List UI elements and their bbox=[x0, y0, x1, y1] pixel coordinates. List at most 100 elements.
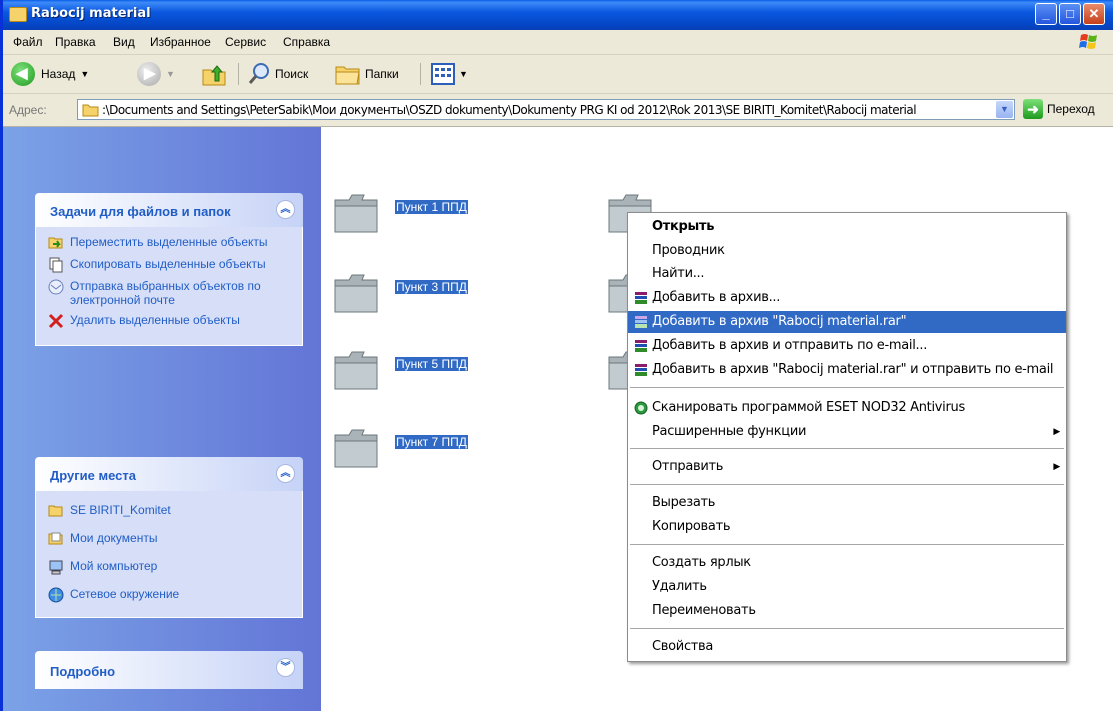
menu-create-shortcut[interactable]: Создать ярлык bbox=[628, 552, 1066, 574]
back-label: Назад bbox=[41, 67, 76, 81]
task-pane: Задачи для файлов и папок ︽ Переместить … bbox=[3, 127, 321, 711]
menu-properties[interactable]: Свойства bbox=[628, 636, 1066, 658]
task-delete-label: Удалить выделенные объекты bbox=[70, 313, 240, 327]
menu-find[interactable]: Найти... bbox=[628, 263, 1066, 285]
menu-separator bbox=[630, 448, 1064, 449]
explorer-window: Rabocij material _ □ ✕ Файл Правка Вид И… bbox=[0, 0, 1113, 711]
menu-tools[interactable]: Сервис bbox=[225, 35, 266, 49]
winrar-icon bbox=[635, 316, 647, 328]
folder-item[interactable]: Пункт 1 ППД bbox=[333, 192, 468, 234]
menu-separator bbox=[630, 628, 1064, 629]
move-icon bbox=[48, 237, 63, 249]
folder-item[interactable]: Пункт 3 ППД bbox=[333, 272, 468, 314]
place-label: Мои документы bbox=[70, 531, 158, 545]
task-email[interactable]: Отправка выбранных объектов по электронн… bbox=[48, 279, 292, 307]
folders-icon bbox=[335, 66, 360, 85]
menu-cut[interactable]: Вырезать bbox=[628, 492, 1066, 514]
folder-item[interactable]: Пункт 5 ППД bbox=[333, 349, 468, 391]
address-bar: Адрес: :\Documents and Settings\PeterSab… bbox=[3, 94, 1113, 127]
email-icon bbox=[48, 279, 64, 295]
folder-icon bbox=[334, 194, 378, 233]
views-dropdown-icon[interactable]: ▼ bbox=[459, 69, 468, 79]
folder-item[interactable]: Пункт 7 ППД bbox=[333, 427, 468, 469]
menu-copy[interactable]: Копировать bbox=[628, 516, 1066, 538]
winrar-icon bbox=[635, 364, 647, 376]
go-arrow-icon: ➜ bbox=[1023, 99, 1043, 119]
collapse-icon[interactable]: ︽ bbox=[276, 464, 295, 483]
menu-favorites[interactable]: Избранное bbox=[150, 35, 211, 49]
tasks-panel: Задачи для файлов и папок ︽ Переместить … bbox=[35, 193, 303, 346]
menu-add-archive-label: Добавить в архив... bbox=[652, 290, 781, 305]
back-button[interactable]: ◀ Назад ▼ bbox=[11, 61, 89, 87]
up-folder-icon bbox=[202, 65, 226, 86]
tasks-panel-header[interactable]: Задачи для файлов и папок ︽ bbox=[35, 193, 303, 227]
go-button[interactable]: ➜ Переход bbox=[1023, 99, 1095, 119]
task-move-label: Переместить выделенные объекты bbox=[70, 235, 268, 249]
menu-add-rar[interactable]: Добавить в архив "Rabocij material.rar" bbox=[628, 311, 1066, 333]
place-se-biriti[interactable]: SE BIRITI_Komitet bbox=[48, 503, 292, 519]
winrar-icon bbox=[635, 340, 647, 352]
menu-bar: Файл Правка Вид Избранное Сервис Справка bbox=[3, 30, 1113, 55]
place-label: Мой компьютер bbox=[70, 559, 158, 573]
folder-icon bbox=[334, 351, 378, 390]
winrar-icon bbox=[635, 292, 647, 304]
menu-edit[interactable]: Правка bbox=[55, 35, 96, 49]
menu-rename[interactable]: Переименовать bbox=[628, 600, 1066, 622]
address-input[interactable]: :\Documents and Settings\PeterSabik\Мои … bbox=[77, 99, 1015, 120]
place-label: SE BIRITI_Komitet bbox=[70, 503, 171, 517]
back-dropdown-icon[interactable]: ▼ bbox=[80, 69, 89, 79]
copy-icon bbox=[49, 257, 63, 273]
details-panel: Подробно ︾ bbox=[35, 651, 303, 689]
address-path: :\Documents and Settings\PeterSabik\Мои … bbox=[102, 103, 917, 117]
views-icon bbox=[431, 63, 455, 85]
menu-add-email[interactable]: Добавить в архив и отправить по e-mail..… bbox=[628, 335, 1066, 357]
search-label: Поиск bbox=[275, 67, 309, 81]
back-arrow-icon: ◀ bbox=[11, 62, 35, 86]
menu-delete[interactable]: Удалить bbox=[628, 576, 1066, 598]
menu-help[interactable]: Справка bbox=[283, 35, 330, 49]
search-button[interactable]: Поиск bbox=[247, 61, 308, 87]
search-icon bbox=[248, 63, 269, 84]
menu-advanced-label: Расширенные функции bbox=[652, 424, 807, 439]
menu-scan-eset[interactable]: Сканировать программой ESET NOD32 Antivi… bbox=[628, 397, 1066, 419]
up-folder-button[interactable] bbox=[201, 61, 227, 87]
close-button[interactable]: ✕ bbox=[1083, 3, 1105, 25]
place-my-computer[interactable]: Мой компьютер bbox=[48, 559, 292, 575]
menu-open[interactable]: Открыть bbox=[628, 216, 1066, 238]
menu-scan-label: Сканировать программой ESET NOD32 Antivi… bbox=[652, 400, 965, 415]
place-my-documents[interactable]: Мои документы bbox=[48, 531, 292, 547]
expand-icon[interactable]: ︾ bbox=[276, 658, 295, 677]
submenu-arrow-icon: ▶ bbox=[1053, 427, 1060, 437]
menu-view[interactable]: Вид bbox=[113, 35, 135, 49]
eset-icon bbox=[634, 401, 648, 415]
folder-icon bbox=[48, 505, 63, 517]
menu-file[interactable]: Файл bbox=[13, 35, 43, 49]
menu-explorer[interactable]: Проводник bbox=[628, 240, 1066, 262]
collapse-icon[interactable]: ︽ bbox=[276, 200, 295, 219]
menu-add-archive[interactable]: Добавить в архив... bbox=[628, 287, 1066, 309]
folders-button[interactable]: Папки bbox=[335, 61, 399, 87]
folders-label: Папки bbox=[365, 67, 399, 81]
folder-icon bbox=[334, 274, 378, 313]
forward-button[interactable]: ▶ ▼ bbox=[137, 61, 175, 87]
views-button[interactable]: ▼ bbox=[431, 61, 468, 87]
menu-advanced[interactable]: Расширенные функции ▶ bbox=[628, 421, 1066, 443]
places-panel-header[interactable]: Другие места ︽ bbox=[35, 457, 303, 491]
task-copy[interactable]: Скопировать выделенные объекты bbox=[48, 257, 292, 273]
my-computer-icon bbox=[49, 560, 63, 575]
maximize-button[interactable]: □ bbox=[1059, 3, 1081, 25]
place-network[interactable]: Сетевое окружение bbox=[48, 587, 292, 603]
menu-send-to[interactable]: Отправить ▶ bbox=[628, 456, 1066, 478]
place-label: Сетевое окружение bbox=[70, 587, 180, 601]
address-dropdown-icon[interactable]: ▼ bbox=[996, 101, 1013, 118]
forward-dropdown-icon[interactable]: ▼ bbox=[166, 69, 175, 79]
title-bar[interactable]: Rabocij material _ □ ✕ bbox=[3, 0, 1113, 30]
task-move[interactable]: Переместить выделенные объекты bbox=[48, 235, 292, 251]
minimize-button[interactable]: _ bbox=[1035, 3, 1057, 25]
folder-label: Пункт 1 ППД bbox=[395, 200, 468, 214]
toolbar-separator bbox=[420, 63, 421, 85]
toolbar-separator bbox=[238, 63, 239, 85]
task-delete[interactable]: Удалить выделенные объекты bbox=[48, 313, 292, 329]
details-panel-header[interactable]: Подробно ︾ bbox=[35, 651, 303, 689]
menu-add-rar-email[interactable]: Добавить в архив "Rabocij material.rar" … bbox=[628, 359, 1066, 381]
